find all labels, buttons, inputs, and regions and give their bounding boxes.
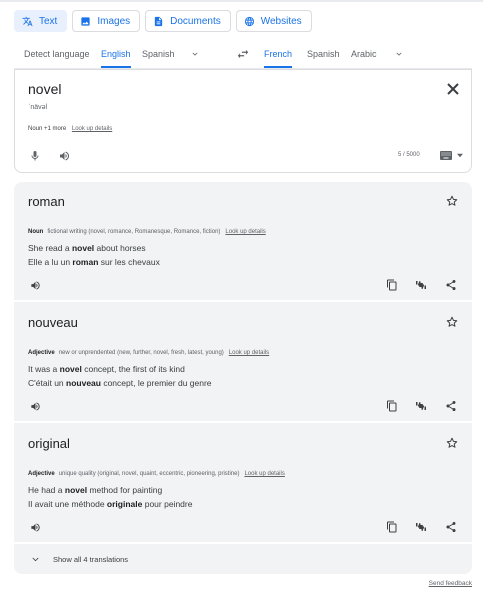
source-lang-english[interactable]: English [101, 40, 131, 68]
result-pos: Noun [28, 229, 44, 235]
source-meta: Noun +1 more Look up details [28, 126, 112, 132]
result-divider [14, 542, 472, 544]
result-card: original Adjective unique quality (origin… [14, 424, 472, 542]
result-sense: fictional writing (novel, romance, Roman… [47, 229, 221, 235]
speaker-icon[interactable] [58, 150, 71, 162]
chevron-down-icon [31, 555, 40, 564]
image-icon [80, 16, 91, 27]
result-pos: Adjective [28, 350, 55, 356]
result-meta: Noun fictional writing (novel, romance, R… [28, 229, 266, 235]
tab-documents[interactable]: Documents [145, 10, 231, 32]
source-panel: novel ˈnävəl Noun +1 more Look up detail… [14, 69, 472, 173]
translate-icon [22, 16, 33, 27]
microphone-icon[interactable] [29, 150, 41, 162]
translation-results: roman Noun fictional writing (novel, roma… [14, 182, 472, 574]
star-icon[interactable] [446, 437, 458, 449]
example-french: Il avait une méthode originale pour pein… [28, 499, 193, 509]
speaker-icon[interactable] [29, 522, 42, 533]
share-icon[interactable] [445, 400, 457, 412]
target-lang-arabic[interactable]: Arabic [351, 40, 377, 68]
rate-translation-icon[interactable] [415, 279, 427, 291]
show-all-translations-button[interactable]: Show all 4 translations [14, 545, 472, 574]
swap-languages-icon[interactable] [236, 47, 250, 61]
keyboard-chevron-icon[interactable] [457, 153, 463, 158]
document-icon [153, 16, 164, 27]
target-lang-spanish[interactable]: Spanish [307, 40, 340, 68]
source-more: +1 more [44, 126, 67, 132]
result-word: roman [28, 194, 65, 209]
result-meta: Adjective new or unprendented (new, furth… [28, 350, 269, 356]
globe-icon [244, 16, 255, 27]
tab-images[interactable]: Images [72, 10, 141, 32]
source-lang-detect[interactable]: Detect language [24, 40, 90, 68]
star-icon[interactable] [446, 316, 458, 328]
result-divider [14, 300, 472, 302]
result-meta: Adjective unique quality (original, novel… [28, 471, 285, 477]
result-sense: unique quality (original, novel, quaint,… [58, 471, 240, 477]
source-lookup-link[interactable]: Look up details [72, 126, 112, 132]
source-text-input[interactable]: novel [28, 81, 61, 97]
result-word: original [28, 436, 70, 451]
copy-icon[interactable] [386, 279, 398, 291]
language-bar: Detect language English Spanish French S… [14, 40, 472, 68]
speaker-icon[interactable] [29, 401, 42, 412]
example-english: She read a novel about horses [28, 243, 146, 253]
keyboard-icon[interactable] [440, 151, 452, 160]
result-divider [14, 421, 472, 423]
speaker-icon[interactable] [29, 280, 42, 291]
close-icon[interactable] [447, 83, 459, 95]
result-word: nouveau [28, 315, 78, 330]
share-icon[interactable] [445, 279, 457, 291]
tab-websites[interactable]: Websites [235, 10, 312, 32]
show-all-label: Show all 4 translations [53, 555, 129, 564]
target-lang-french[interactable]: French [264, 40, 293, 68]
tab-images-label: Images [97, 15, 131, 27]
tab-text-label: Text [39, 15, 58, 27]
tab-documents-label: Documents [170, 15, 221, 27]
source-pos: Noun [28, 126, 43, 132]
rate-translation-icon[interactable] [415, 521, 427, 533]
result-lookup-link[interactable]: Look up details [229, 350, 269, 356]
send-feedback-link[interactable]: Send feedback [429, 580, 472, 587]
tab-websites-label: Websites [260, 15, 302, 27]
result-sense: new or unprendented (new, further, novel… [58, 350, 224, 356]
copy-icon[interactable] [386, 521, 398, 533]
result-pos: Adjective [28, 471, 55, 477]
mode-tabs: Text Images Documents Websites [14, 10, 312, 32]
source-phonetic: ˈnävəl [28, 104, 48, 111]
example-french: Elle a lu un roman sur les chevaux [28, 257, 160, 267]
share-icon[interactable] [445, 521, 457, 533]
result-lookup-link[interactable]: Look up details [225, 229, 265, 235]
rate-translation-icon[interactable] [415, 400, 427, 412]
chevron-down-icon[interactable] [190, 49, 200, 59]
result-lookup-link[interactable]: Look up details [244, 471, 284, 477]
result-card: nouveau Adjective new or unprendented (ne… [14, 303, 472, 421]
character-count: 5 / 5000 [398, 152, 420, 158]
top-divider [0, 0, 483, 2]
star-icon[interactable] [446, 195, 458, 207]
example-english: He had a novel method for painting [28, 485, 163, 495]
example-english: It was a novel concept, the first of its… [28, 364, 185, 374]
result-card: roman Noun fictional writing (novel, roma… [14, 182, 472, 300]
source-lang-spanish[interactable]: Spanish [142, 40, 175, 68]
chevron-down-icon[interactable] [394, 49, 404, 59]
tab-text[interactable]: Text [14, 10, 68, 32]
copy-icon[interactable] [386, 400, 398, 412]
example-french: C'était un nouveau concept, le premier d… [28, 378, 212, 388]
